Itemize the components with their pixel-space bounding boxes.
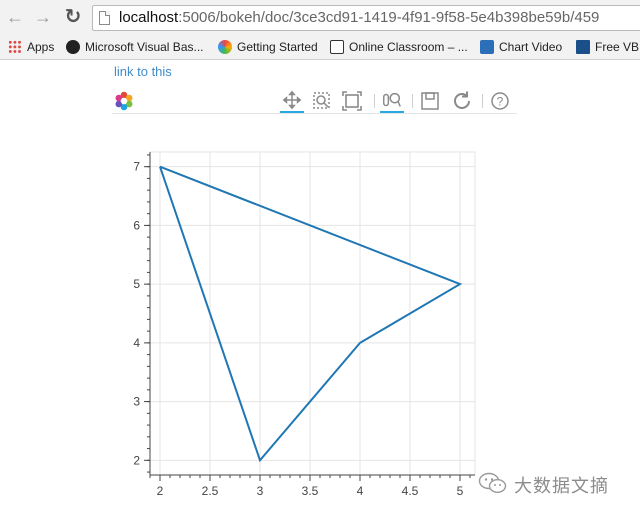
y-tick-label: 4 [133,336,140,350]
line-chart[interactable]: 2 2.5 3 3.5 4 4.5 5 2 3 4 5 6 7 [0,0,640,514]
watermark-text: 大数据文摘 [514,476,609,496]
x-tick-label: 2.5 [202,484,219,498]
plot-frame [149,151,476,476]
x-tick-label: 2 [157,484,164,498]
grid [149,151,476,476]
x-tick-label: 5 [457,484,464,498]
y-tick-label: 2 [133,453,140,467]
y-tick-label: 3 [133,395,140,409]
y-tick-label: 7 [133,160,140,174]
y-tick-label: 6 [133,218,140,232]
x-tick-label: 3.5 [302,484,319,498]
wechat-icon [478,472,507,494]
x-tick-label: 4 [357,484,364,498]
y-tick-label: 5 [133,277,140,291]
x-tick-label: 4.5 [402,484,419,498]
x-tick-label: 3 [257,484,264,498]
